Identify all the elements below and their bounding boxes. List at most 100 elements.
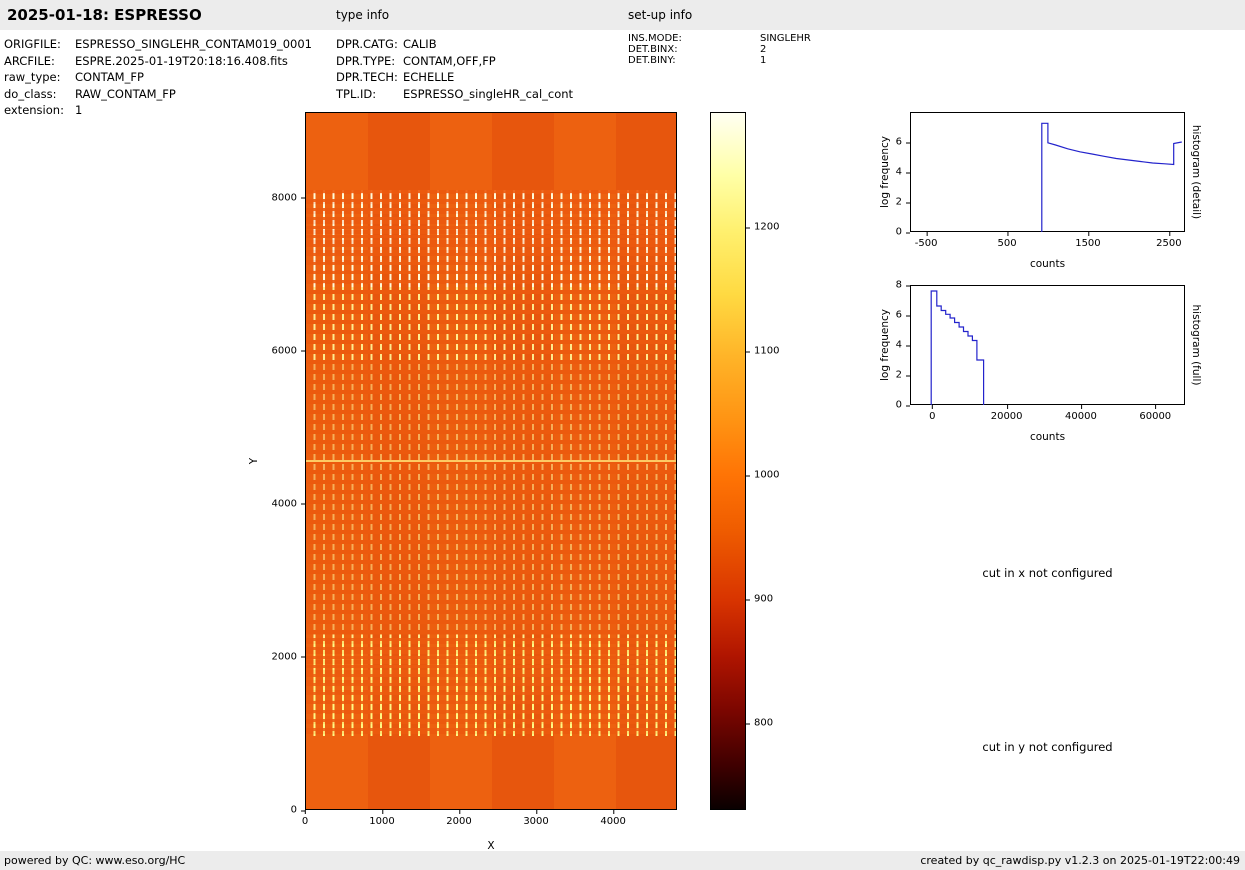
x-tick-label: 2500 xyxy=(1156,232,1182,249)
footer-powered-by: powered by QC: www.eso.org/HC xyxy=(4,854,186,867)
x-tick-label: 0 xyxy=(929,405,936,422)
histogram-curve xyxy=(930,290,985,405)
mid-frame-dim-band xyxy=(306,363,676,635)
histogram-full-canvas xyxy=(910,285,1185,405)
y-tick-label: 8000 xyxy=(271,192,306,204)
fp-bright-bottom-band xyxy=(306,638,676,736)
x-tick-label: 20000 xyxy=(990,405,1023,422)
x-tick-label: -500 xyxy=(914,232,938,249)
metadata-row: DPR.CATG: CALIB xyxy=(336,36,573,53)
raw-y-axis-label: Y xyxy=(248,457,260,465)
metadata-label: extension: xyxy=(4,103,64,117)
colorbar-ticks: 1200 1100 1000 900 800 xyxy=(745,112,792,810)
y-tick-label: 0 xyxy=(290,804,306,816)
y-tick-label: 2000 xyxy=(271,651,306,663)
x-tick-label: 0 xyxy=(301,810,309,827)
metadata-row: DET.BINX: 2 xyxy=(628,44,811,55)
y-tick-label: 2 xyxy=(895,196,911,208)
metadata-value: ECHELLE xyxy=(403,70,455,84)
hist-detail-title: histogram (detail) xyxy=(1190,124,1202,220)
metadata-value: ESPRE.2025-01-19T20:18:16.408.fits xyxy=(75,53,288,68)
metadata-label: TPL.ID: xyxy=(336,86,377,101)
header-bar: 2025-01-18: ESPRESSO type info set-up in… xyxy=(0,0,1245,30)
y-tick-label: 6000 xyxy=(271,345,306,357)
metadata-label: INS.MODE: xyxy=(628,33,682,44)
metadata-row: DET.BINY: 1 xyxy=(628,55,811,66)
y-tick-label: 4 xyxy=(895,166,911,178)
hist-full-x-label: counts xyxy=(1029,431,1066,443)
y-tick-label: 900 xyxy=(745,593,774,605)
cut-x-status-message: cut in x not configured xyxy=(982,566,1113,580)
metadata-label: do_class: xyxy=(4,86,57,101)
y-tick-label: 1100 xyxy=(745,345,780,357)
metadata-row: ORIGFILE: ESPRESSO_SINGLEHR_CONTAM019_000… xyxy=(4,36,312,53)
raw-frame-plot: 0 1000 2000 3000 4000 0 2000 4000 6000 8000 X Y xyxy=(248,112,677,852)
y-tick-label: 4 xyxy=(895,339,911,351)
x-tick-label: 40000 xyxy=(1065,405,1097,422)
metadata-value: 2 xyxy=(760,44,767,55)
metadata-row: ARCFILE: ESPRE.2025-01-19T20:18:16.408.fi… xyxy=(4,53,312,70)
y-tick-label: 0 xyxy=(895,226,911,238)
x-tick-label: 1500 xyxy=(1075,232,1101,249)
axes-frame xyxy=(910,285,1185,405)
metadata-label: DPR.CATG: xyxy=(336,37,398,51)
hist-full-title: histogram (full) xyxy=(1190,304,1202,386)
metadata-label: ORIGFILE: xyxy=(4,37,61,51)
metadata-value: 1 xyxy=(75,103,83,117)
histogram-detail-plot: -500 500 1500 2500 0 2 4 6 counts log frequenc… xyxy=(879,112,1202,270)
y-tick-label: 6 xyxy=(895,136,911,148)
y-tick-label: 1000 xyxy=(745,469,780,481)
metadata-row: raw_type: CONTAM_FP xyxy=(4,69,312,86)
metadata-row: extension: 1 xyxy=(4,102,312,119)
y-tick-label: 8 xyxy=(895,279,911,291)
y-tick-label: 1200 xyxy=(745,221,780,233)
x-tick-label: 4000 xyxy=(600,810,626,827)
histogram-curve xyxy=(1041,122,1182,232)
footer-bar: powered by QC: www.eso.org/HC created by… xyxy=(0,851,1245,870)
hist-detail-x-label: counts xyxy=(1029,258,1066,270)
metadata-value: CALIB xyxy=(403,37,437,51)
metadata-value: RAW_CONTAM_FP xyxy=(75,86,176,101)
mid-frame-bright-line xyxy=(306,459,676,462)
y-tick-label: 2 xyxy=(895,369,911,381)
y-tick-label: 4000 xyxy=(271,498,306,510)
metadata-row: TPL.ID: ESPRESSO_singleHR_cal_cont xyxy=(336,86,573,103)
setup-info-column: INS.MODE: SINGLEHR DET.BINX: 2 DET.BINY: 1 xyxy=(628,33,811,66)
metadata-value: 1 xyxy=(760,55,767,66)
metadata-label: DET.BINY: xyxy=(628,55,676,66)
x-tick-label: 500 xyxy=(997,232,1017,249)
colorbar-gradient xyxy=(710,112,746,810)
y-tick-label: 800 xyxy=(745,717,774,729)
hist-full-x-ticks: 0 20000 40000 60000 xyxy=(910,405,1185,427)
metadata-label: DET.BINX: xyxy=(628,44,678,55)
type-info-column: DPR.CATG: CALIB DPR.TYPE: CONTAM,OFF,FP DPR.… xyxy=(336,36,573,102)
cut-y-status-message: cut in y not configured xyxy=(982,740,1113,754)
metadata-value: SINGLEHR xyxy=(760,33,811,44)
y-tick-label: 0 xyxy=(895,399,911,411)
metadata-row: do_class: RAW_CONTAM_FP xyxy=(4,86,312,103)
metadata-value: ESPRESSO_SINGLEHR_CONTAM019_0001 xyxy=(75,37,312,51)
metadata-row: INS.MODE: SINGLEHR xyxy=(628,33,811,44)
x-tick-label: 60000 xyxy=(1139,405,1172,422)
hist-full-y-label: log frequency xyxy=(879,308,891,382)
colorbar: 1200 1100 1000 900 800 xyxy=(710,112,779,810)
type-info-heading: type info xyxy=(336,8,390,22)
metadata-value: CONTAM_FP xyxy=(75,70,144,84)
histogram-detail-canvas xyxy=(910,112,1185,232)
fp-bright-top-band xyxy=(306,189,676,287)
metadata-value: CONTAM,OFF,FP xyxy=(403,53,496,68)
metadata-label: raw_type: xyxy=(4,70,61,84)
metadata-row: DPR.TYPE: CONTAM,OFF,FP xyxy=(336,53,573,70)
raw-x-axis-ticks: 0 1000 2000 3000 4000 xyxy=(301,810,677,832)
histogram-full-plot: 0 20000 40000 60000 0 2 4 6 8 counts log freque… xyxy=(879,280,1202,444)
raw-frame-image xyxy=(305,112,677,810)
metadata-label: DPR.TECH: xyxy=(336,70,398,84)
hist-detail-x-ticks: -500 500 1500 2500 xyxy=(910,232,1185,254)
y-tick-label: 6 xyxy=(895,309,911,321)
hist-detail-y-label: log frequency xyxy=(879,135,891,209)
file-info-column: ORIGFILE: ESPRESSO_SINGLEHR_CONTAM019_000… xyxy=(4,36,312,119)
x-tick-label: 1000 xyxy=(369,810,395,827)
footer-created-by: created by qc_rawdisp.py v1.2.3 on 2025-… xyxy=(920,854,1240,867)
x-tick-label: 3000 xyxy=(523,810,549,827)
raw-y-axis-ticks: 0 2000 4000 6000 8000 xyxy=(259,112,306,816)
